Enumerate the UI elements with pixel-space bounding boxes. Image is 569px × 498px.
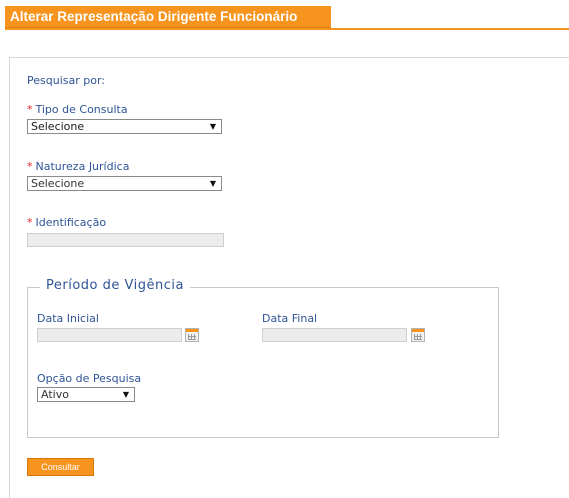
dropdown-arrow-icon: ▼ (209, 179, 216, 188)
natureza-juridica-value: Selecione (31, 177, 85, 190)
tipo-consulta-label: * Tipo de Consulta (27, 103, 128, 116)
natureza-juridica-label-text: Natureza Jurídica (35, 160, 130, 173)
dropdown-arrow-icon: ▼ (122, 390, 129, 399)
identificacao-label-text: Identificação (35, 216, 107, 229)
periodo-vigencia-fieldset (27, 287, 499, 438)
tipo-consulta-select[interactable]: Selecione ▼ (27, 119, 222, 134)
data-inicial-input[interactable] (37, 328, 182, 342)
title-underline (5, 28, 569, 30)
calendar-icon[interactable] (185, 328, 199, 342)
consultar-button[interactable]: Consultar (27, 458, 94, 476)
natureza-juridica-label: * Natureza Jurídica (27, 160, 129, 173)
dropdown-arrow-icon: ▼ (209, 122, 216, 131)
tipo-consulta-value: Selecione (31, 120, 85, 133)
data-final-input[interactable] (262, 328, 407, 342)
page-title: Alterar Representação Dirigente Funcioná… (5, 6, 331, 28)
periodo-vigencia-legend: Período de Vigência (40, 278, 190, 293)
required-marker: * (27, 103, 33, 116)
opcao-pesquisa-label: Opção de Pesquisa (37, 372, 142, 385)
opcao-pesquisa-select[interactable]: Ativo ▼ (37, 387, 135, 402)
identificacao-label: * Identificação (27, 216, 106, 229)
opcao-pesquisa-value: Ativo (41, 388, 69, 401)
data-final-label: Data Final (262, 312, 318, 325)
required-marker: * (27, 216, 33, 229)
calendar-icon[interactable] (411, 328, 425, 342)
search-by-label: Pesquisar por: (27, 74, 105, 87)
required-marker: * (27, 160, 33, 173)
data-inicial-label: Data Inicial (37, 312, 99, 325)
identificacao-input[interactable] (27, 233, 224, 247)
tipo-consulta-label-text: Tipo de Consulta (35, 103, 128, 116)
natureza-juridica-select[interactable]: Selecione ▼ (27, 176, 222, 191)
